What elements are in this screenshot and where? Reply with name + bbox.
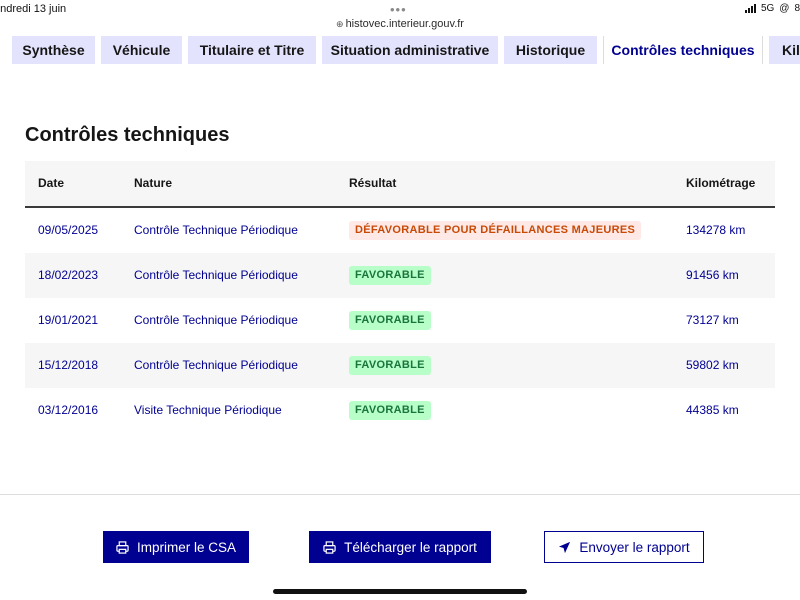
table-header: Date Nature Résultat Kilométrage — [25, 161, 775, 208]
cell-nature: Contrôle Technique Périodique — [134, 358, 298, 372]
cell-date: 19/01/2021 — [38, 313, 99, 327]
result-badge-favorable: FAVORABLE — [349, 311, 431, 330]
tab-panel: Contrôles techniques Date Nature Résulta… — [0, 64, 800, 495]
signal-icon — [744, 4, 756, 13]
status-date: endredi 13 juin — [0, 3, 67, 15]
tab-kilometrage[interactable]: Kil — [769, 36, 800, 64]
cell-nature: Contrôle Technique Périodique — [134, 313, 298, 327]
tab-historique[interactable]: Historique — [504, 36, 597, 64]
printer-icon — [323, 540, 336, 554]
tab-label: Historique — [515, 42, 586, 58]
cell-date: 03/12/2016 — [38, 403, 99, 417]
cell-date: 18/02/2023 — [38, 268, 99, 282]
home-indicator[interactable] — [273, 589, 527, 594]
download-report-label: Télécharger le rapport — [344, 539, 477, 555]
cell-km: 91456 km — [686, 268, 739, 282]
column-header-date: Date — [38, 176, 65, 190]
send-report-button[interactable]: Envoyer le rapport — [544, 531, 704, 563]
tab-bar: Synthèse Véhicule Titulaire et Titre Sit… — [0, 36, 800, 64]
tab-label: Titulaire et Titre — [199, 42, 305, 58]
send-arrow-icon — [558, 541, 571, 554]
column-header-km: Kilométrage — [686, 176, 756, 190]
table-row: 03/12/2016 Visite Technique Périodique F… — [25, 388, 775, 433]
cell-nature: Contrôle Technique Périodique — [134, 223, 298, 237]
page-title: Contrôles techniques — [25, 124, 230, 146]
tab-titulaire[interactable]: Titulaire et Titre — [188, 36, 316, 64]
tab-vehicule[interactable]: Véhicule — [101, 36, 182, 64]
tab-situation-administrative[interactable]: Situation administrative — [322, 36, 498, 64]
table-row: 19/01/2021 Contrôle Technique Périodique… — [25, 298, 775, 343]
tab-label: Kil — [782, 42, 800, 58]
cell-date: 15/12/2018 — [38, 358, 99, 372]
result-badge-unfavorable: DÉFAVORABLE POUR DÉFAILLANCES MAJEURES — [349, 221, 642, 240]
status-indicators: 5G @ 8 — [744, 3, 800, 14]
network-label: 5G — [760, 3, 775, 14]
tab-label: Véhicule — [112, 42, 171, 58]
tab-label: Synthèse — [22, 42, 85, 58]
tab-label: Situation administrative — [330, 42, 490, 58]
cell-nature: Contrôle Technique Périodique — [134, 268, 298, 282]
result-badge-favorable: FAVORABLE — [349, 266, 431, 285]
inspections-table: Date Nature Résultat Kilométrage 09/05/2… — [25, 161, 775, 433]
address-bar[interactable]: ⊕ histovec.interieur.gouv.fr — [0, 18, 800, 30]
printer-icon — [116, 540, 129, 554]
url-text: histovec.interieur.gouv.fr — [345, 18, 464, 30]
focus-icon: @ — [779, 3, 790, 14]
column-header-nature: Nature — [134, 176, 173, 190]
send-report-label: Envoyer le rapport — [579, 539, 690, 555]
column-header-result: Résultat — [349, 176, 397, 190]
status-bar: endredi 13 juin ••• ⊕ histovec.interieur.… — [0, 0, 800, 36]
battery-label: 8 — [794, 3, 800, 14]
print-csa-label: Imprimer le CSA — [136, 539, 236, 555]
cell-km: 59802 km — [686, 358, 739, 372]
cell-km: 134278 km — [686, 223, 746, 237]
result-badge-favorable: FAVORABLE — [349, 356, 431, 375]
tab-controles-techniques[interactable]: Contrôles techniques — [603, 36, 763, 64]
download-report-button[interactable]: Télécharger le rapport — [309, 531, 491, 563]
cell-km: 44385 km — [686, 403, 739, 417]
table-row: 18/02/2023 Contrôle Technique Périodique… — [25, 253, 775, 298]
table-row: 09/05/2025 Contrôle Technique Périodique… — [25, 208, 775, 253]
site-info-icon: ⊕ — [336, 19, 344, 29]
print-csa-button[interactable]: Imprimer le CSA — [103, 531, 249, 563]
tab-synthese[interactable]: Synthèse — [12, 36, 95, 64]
cell-km: 73127 km — [686, 313, 739, 327]
cell-nature: Visite Technique Périodique — [134, 403, 282, 417]
tab-label: Contrôles techniques — [611, 42, 755, 58]
more-dots-icon[interactable]: ••• — [390, 2, 407, 17]
result-badge-favorable: FAVORABLE — [349, 401, 431, 420]
cell-date: 09/05/2025 — [38, 223, 99, 237]
table-row: 15/12/2018 Contrôle Technique Périodique… — [25, 343, 775, 388]
